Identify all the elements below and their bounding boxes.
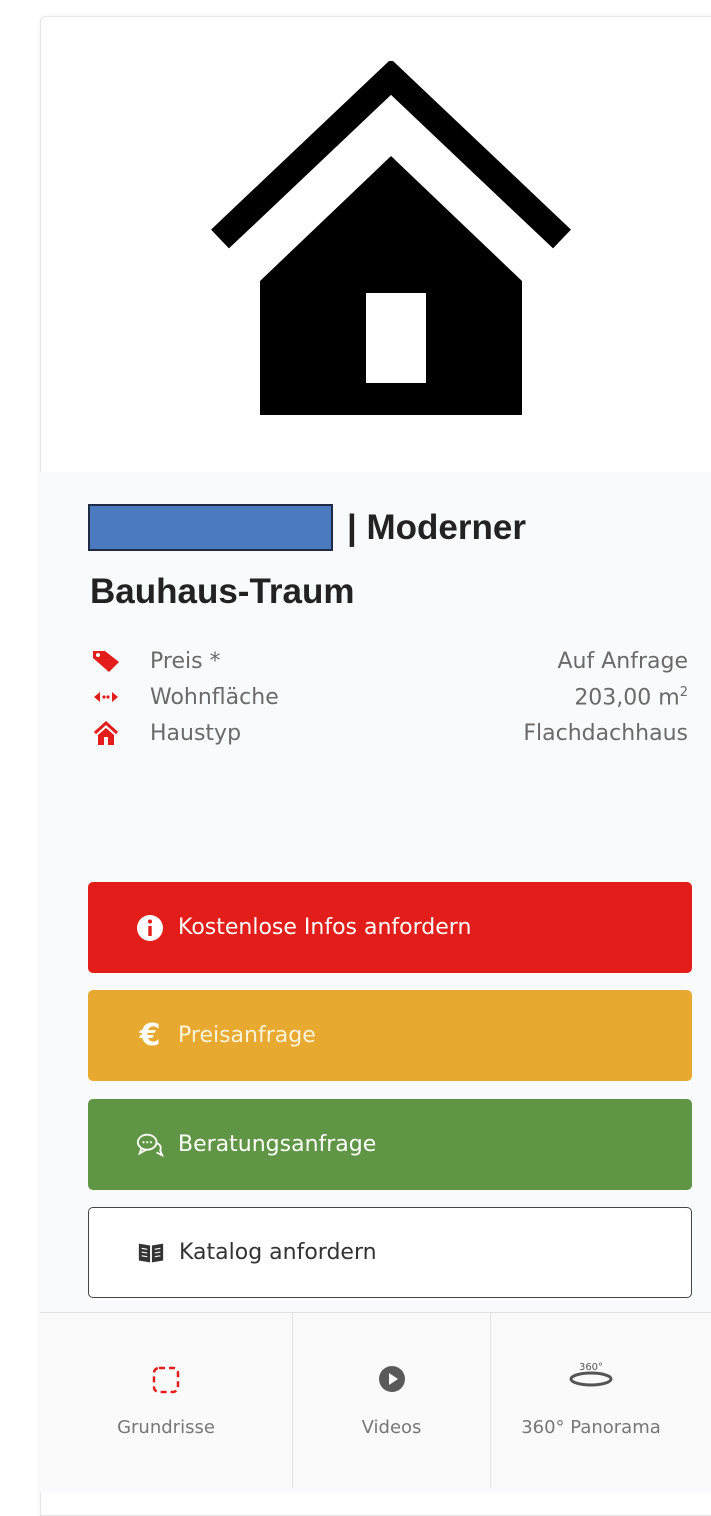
title-line1: | Moderner	[347, 507, 526, 547]
info-icon	[136, 914, 164, 942]
spec-label: Haustyp	[150, 721, 242, 746]
house-type-icon	[93, 721, 119, 745]
button-label: Kostenlose Infos anfordern	[178, 915, 472, 940]
button-label: Beratungsanfrage	[178, 1132, 377, 1157]
price-tag-icon	[93, 651, 119, 672]
consultation-request-button[interactable]: Beratungsanfrage	[88, 1099, 692, 1190]
tab-videos[interactable]: Videos	[293, 1313, 490, 1488]
button-label: Preisanfrage	[178, 1023, 316, 1048]
spec-value: 203,00 m2	[574, 685, 688, 711]
listing-title[interactable]: | Moderner	[88, 504, 708, 551]
tab-label: 360° Panorama	[521, 1417, 661, 1438]
spec-row-price: Preis * Auf Anfrage	[88, 645, 688, 681]
request-info-button[interactable]: Kostenlose Infos anfordern	[88, 882, 692, 973]
house-icon	[211, 61, 571, 415]
tab-label: Videos	[361, 1417, 422, 1438]
masked-brand-name	[88, 504, 333, 551]
spec-list: Preis * Auf Anfrage Wohnfläche 203,00 m2…	[88, 645, 688, 753]
play-icon	[378, 1366, 405, 1392]
book-icon	[137, 1239, 165, 1267]
title-line2: Bauhaus-Traum	[90, 572, 355, 611]
spec-value: Flachdachhaus	[523, 721, 688, 746]
spec-value: Auf Anfrage	[557, 649, 689, 674]
tab-360-panorama[interactable]: 360° 360° Panorama	[491, 1313, 691, 1488]
euro-icon: €	[139, 1018, 161, 1053]
spec-row-area: Wohnfläche 203,00 m2	[88, 681, 688, 717]
chat-bubbles-icon	[136, 1131, 164, 1159]
house-image[interactable]	[40, 16, 711, 473]
tab-floorplans[interactable]: Grundrisse	[40, 1313, 292, 1488]
area-arrows-icon	[94, 692, 118, 702]
spec-label: Wohnfläche	[150, 685, 279, 710]
panorama-360-icon: 360°	[569, 1362, 613, 1387]
media-tab-bar: Grundrisse Videos 360° 360° Panorama	[40, 1312, 711, 1488]
panorama-badge: 360°	[579, 1362, 603, 1373]
floorplan-icon	[152, 1366, 180, 1394]
spec-row-house-type: Haustyp Flachdachhaus	[88, 717, 688, 753]
request-catalog-button[interactable]: Katalog anfordern	[88, 1207, 692, 1298]
price-request-button[interactable]: € Preisanfrage	[88, 990, 692, 1081]
button-label: Katalog anfordern	[179, 1240, 377, 1265]
tab-label: Grundrisse	[117, 1417, 215, 1438]
spec-label: Preis *	[150, 649, 221, 674]
